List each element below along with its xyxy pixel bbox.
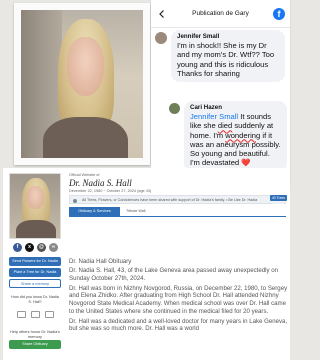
support-banner: All Trees, Flowers, or Condolences have … [69,195,286,204]
tab-obituary-services[interactable]: Obituary & Services [69,207,120,216]
obituary-heading: Dr. Nadia Hall Obituary [69,258,132,265]
fb-header: Publication de Gary f [151,0,290,28]
photo-clothing [16,220,56,238]
obituary-paragraph: Dr. Hall was a dedicated and a well-love… [69,317,288,333]
email-share-icon[interactable]: @ [37,243,46,252]
obituary-paragraph: Dr. Nadia S. Hall, 43, of the Lake Genev… [69,267,279,282]
avatar[interactable] [155,32,167,44]
comment-author[interactable]: Jennifer Small [177,33,279,40]
relationship-options [17,311,54,318]
obituary-webpage: f x @ ∞ Send Flowers for Dr. Nadia Plant… [3,168,290,360]
tagged-user-link[interactable]: Jennifer Small [190,112,238,121]
obituary-sidebar: f x @ ∞ Send Flowers for Dr. Nadia Plant… [3,168,67,360]
share-memory-button[interactable]: Share a memory [9,279,61,288]
facebook-post-panel: Publication de Gary f Jennifer Small I'm… [151,0,290,186]
comment-bubble: Cari Hazen Jennifer Small It sounds like… [184,101,287,172]
fb-post-title: Publication de Gary [192,10,249,17]
portrait-face [67,36,104,96]
banner-text: All Trees, Flowers, or Condolences have … [82,198,258,202]
framed-portrait-photo [14,3,150,165]
share-icons-row: f x @ ∞ [13,243,58,252]
obituary-dates: December 22, 1980 ~ October 27, 2024 (ag… [69,189,152,193]
comment-cari: Cari Hazen Jennifer Small It sounds like… [169,101,287,172]
portrait-clothing [42,116,129,158]
work-option-icon[interactable] [45,311,54,318]
facebook-share-icon[interactable]: f [13,243,22,252]
link-share-icon[interactable]: ∞ [49,243,58,252]
trees-badge[interactable]: 40 Trees Planted [270,195,287,206]
comment-author[interactable]: Cari Hazen [190,104,281,111]
obituary-photo [9,173,61,239]
comment-text: I'm in shock!! She is my Dr and my mom's… [177,41,275,78]
facebook-logo-icon[interactable]: f [273,7,285,20]
photo-face [27,186,44,209]
share-obituary-button[interactable]: Share Obituary [9,340,61,349]
obituary-kicker: Official Website of [69,173,100,177]
heart-emoji-icon: ❤️ [241,158,251,168]
friend-option-icon[interactable] [31,311,40,318]
relationship-question: How did you know Dr. Nadia S. Hall? [11,295,59,304]
back-arrow-icon[interactable] [156,8,168,20]
obituary-body: Dr. Nadia Hall Obituary Dr. Nadia S. Hal… [69,258,288,335]
comment-jennifer: Jennifer Small I'm in shock!! She is my … [155,30,285,83]
tab-tribute-wall[interactable]: Tribute Wall [126,207,145,216]
plant-tree-button[interactable]: Plant a Tree for Dr. Nadia [9,268,61,277]
obituary-paragraph: Dr. Hall was born in Nizhny Novgorod, Ru… [69,284,288,315]
spellcheck-word: wondering [225,130,261,140]
family-option-icon[interactable] [17,311,26,318]
info-icon [73,198,77,203]
avatar[interactable] [169,103,180,114]
spellcheck-word: died [217,121,233,131]
send-flowers-button[interactable]: Send Flowers for Dr. Nadia [9,257,61,266]
obituary-name: Dr. Nadia S. Hall [69,178,132,188]
x-share-icon[interactable]: x [25,243,34,252]
tab-divider [69,216,286,217]
comment-bubble: Jennifer Small I'm in shock!! She is my … [171,30,285,83]
help-honor-text: Help others honor Dr. Nadia's memory [10,330,60,339]
obituary-main: Official Website of Dr. Nadia S. Hall De… [69,168,290,360]
comment-text: Jennifer Small It sounds like she died s… [190,112,281,168]
portrait-image [21,10,143,158]
